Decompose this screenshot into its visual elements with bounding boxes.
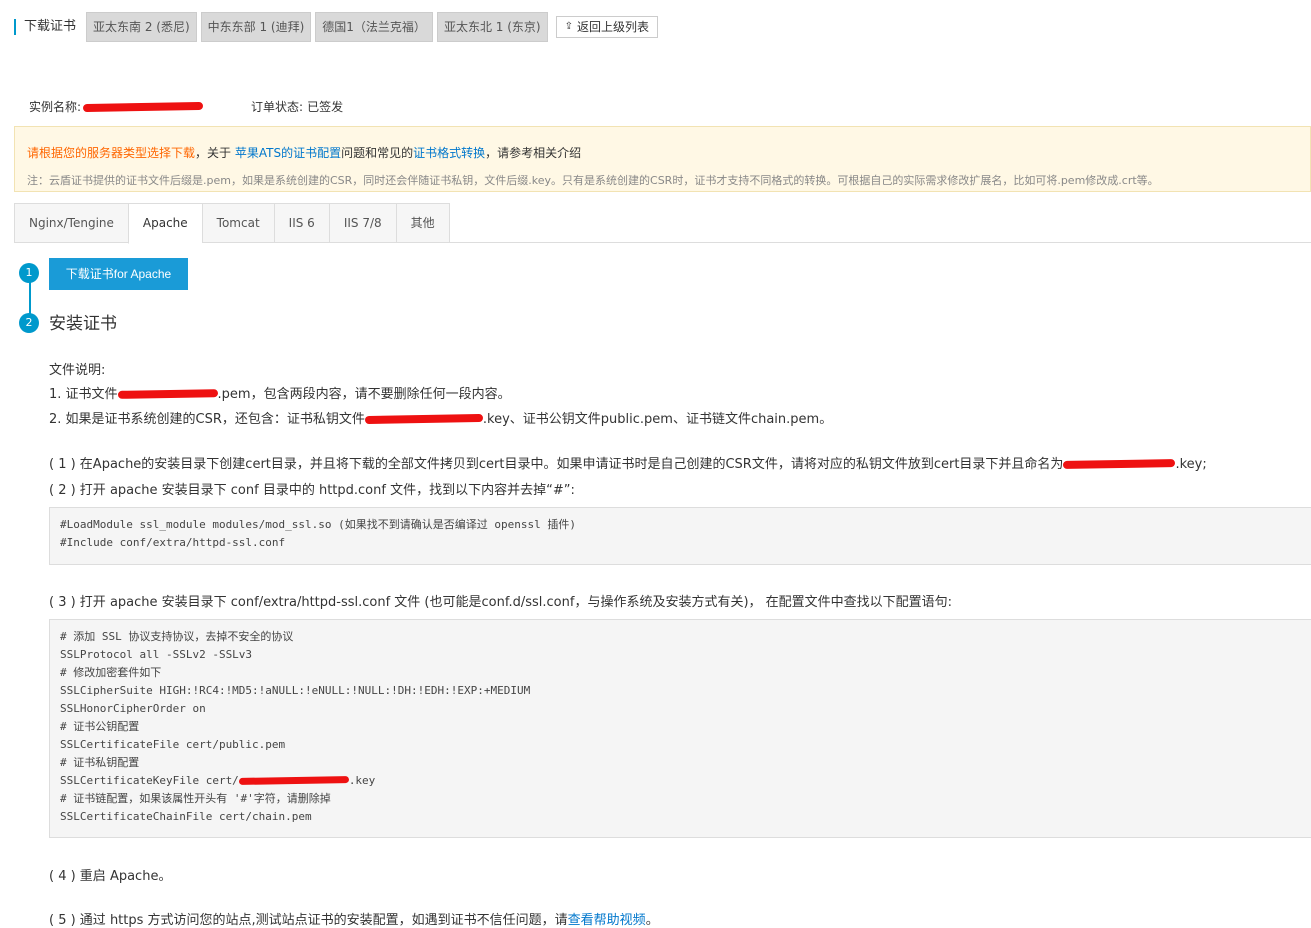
ats-config-link[interactable]: 苹果ATS的证书配置 (235, 146, 341, 160)
file-desc-heading: 文件说明: (49, 363, 106, 378)
file-item-2: 2. 如果是证书系统创建的CSR，还包含：证书私钥文件 .key、证书公钥文件pu… (49, 411, 832, 429)
notice-text-2: 问题和常见的 (341, 146, 414, 160)
code-line: #LoadModule ssl_module modules/mod_ssl.s… (60, 518, 576, 531)
file-item-1: 1. 证书文件 .pem，包含两段内容，请不要删除任何一段内容。 (49, 386, 511, 404)
server-type-tabs: Nginx/Tengine Apache Tomcat IIS 6 IIS 7/… (14, 203, 1311, 244)
notice-text-1: ，关于 (195, 146, 232, 160)
step-e-text: ( 5 ) 通过 https 方式访问您的站点,测试站点证书的安装配置，如遇到证… (49, 912, 659, 928)
code-line: # 证书私钥配置 (60, 756, 140, 769)
notice-warning: 请根据您的服务器类型选择下载 (27, 146, 196, 160)
tab-tomcat[interactable]: Tomcat (201, 203, 274, 243)
code-line: # 证书链配置，如果该属性开头有 '#'字符，请删除掉 (60, 792, 331, 805)
code-line: SSLCertificateFile cert/public.pem (60, 738, 286, 751)
notice-note: 注：云盾证书提供的证书文件后缀是.pem，如果是系统创建的CSR，同时还会伴随证… (27, 174, 1159, 187)
redacted-key-name (1063, 459, 1176, 469)
instance-name: 实例名称: (29, 98, 204, 115)
step-e-prefix: ( 5 ) 通过 https 方式访问您的站点,测试站点证书的安装配置，如遇到证… (49, 913, 568, 928)
back-to-list-button[interactable]: ⇪ 返回上级列表 (555, 16, 658, 38)
region-tab-frankfurt[interactable]: 德国1（法兰克福） (315, 12, 433, 42)
file-item-2-prefix: 2. 如果是证书系统创建的CSR，还包含：证书私钥文件 (49, 412, 365, 427)
key-file-suffix: .key (348, 774, 376, 787)
code-line: SSLProtocol all -SSLv2 -SSLv3 (60, 648, 253, 661)
step-e-suffix: 。 (645, 913, 659, 928)
instance-info: 实例名称: 订单状态: 已签发 (29, 98, 391, 115)
tab-iis6[interactable]: IIS 6 (273, 203, 329, 243)
code-line: SSLHonorCipherOrder on (60, 702, 206, 715)
notice-main: 请根据您的服务器类型选择下载，关于 苹果ATS的证书配置问题和常见的证书格式转换… (27, 144, 581, 161)
upload-arrow-icon: ⇪ (564, 21, 573, 32)
step-d-text: ( 4 ) 重启 Apache。 (49, 869, 172, 884)
code-line: # 证书公钥配置 (60, 720, 140, 733)
notice-banner: 请根据您的服务器类型选择下载，关于 苹果ATS的证书配置问题和常见的证书格式转换… (14, 126, 1311, 192)
file-item-1-prefix: 1. 证书文件 (49, 387, 118, 402)
step-connector (29, 281, 31, 315)
tab-iis78[interactable]: IIS 7/8 (328, 203, 396, 243)
redacted-key-filename (364, 413, 483, 425)
redacted-instance-name (82, 101, 204, 112)
region-tab-sydney[interactable]: 亚太东南 2 (悉尼) (86, 12, 197, 42)
instance-name-label: 实例名称: (29, 100, 82, 114)
file-item-1-suffix: .pem，包含两段内容，请不要删除任何一段内容。 (217, 387, 511, 402)
region-tab-tokyo[interactable]: 亚太东北 1 (东京) (436, 12, 548, 42)
order-status: 订单状态: 已签发 (251, 98, 343, 115)
key-file-prefix: SSLCertificateKeyFile cert/ (60, 774, 239, 787)
step-a-prefix: ( 1 ) 在Apache的安装目录下创建cert目录，并且将下载的全部文件拷贝… (49, 457, 1064, 472)
ssl-conf-code: # 添加 SSL 协议支持协议，去掉不安全的协议 SSLProtocol all… (49, 619, 1311, 838)
region-tab-dubai[interactable]: 中东东部 1 (迪拜) (200, 12, 312, 42)
code-line: # 修改加密套件如下 (60, 666, 162, 679)
tab-nginx[interactable]: Nginx/Tengine (14, 203, 128, 243)
page-title: 下载证书 (14, 19, 76, 35)
tab-apache[interactable]: Apache (127, 203, 202, 244)
redacted-filename (117, 389, 218, 399)
step-b-text: ( 2 ) 打开 apache 安装目录下 conf 目录中的 httpd.co… (49, 483, 575, 498)
download-apache-cert-button[interactable]: 下载证书for Apache (49, 258, 188, 290)
code-line-key: SSLCertificateKeyFile cert/ .key (60, 772, 1301, 790)
redacted-key-path (238, 776, 349, 785)
code-line: # 添加 SSL 协议支持协议，去掉不安全的协议 (60, 630, 294, 643)
help-video-link[interactable]: 查看帮助视频 (568, 913, 646, 928)
back-button-label: 返回上级列表 (576, 20, 649, 34)
httpd-conf-code: #LoadModule ssl_module modules/mod_ssl.s… (49, 507, 1311, 565)
install-cert-title: 安装证书 (49, 314, 117, 334)
order-status-value: 已签发 (307, 100, 344, 114)
tab-other[interactable]: 其他 (395, 203, 450, 243)
code-line: #Include conf/extra/httpd-ssl.conf (60, 536, 286, 549)
header-bar: 下载证书 亚太东南 2 (悉尼) 中东东部 1 (迪拜) 德国1（法兰克福） 亚… (14, 12, 658, 42)
step-a-text: ( 1 ) 在Apache的安装目录下创建cert目录，并且将下载的全部文件拷贝… (49, 456, 1207, 474)
code-line: SSLCipherSuite HIGH:!RC4:!MD5:!aNULL:!eN… (60, 684, 531, 697)
file-item-2-suffix: .key、证书公钥文件public.pem、证书链文件chain.pem。 (482, 412, 833, 427)
step-c-text: ( 3 ) 打开 apache 安装目录下 conf/extra/httpd-s… (49, 595, 953, 610)
step-a-suffix: .key; (1175, 457, 1207, 472)
step-2-badge: 2 (19, 313, 39, 333)
order-status-label: 订单状态: (251, 100, 304, 114)
code-line: SSLCertificateChainFile cert/chain.pem (60, 810, 312, 823)
step-1-badge: 1 (19, 263, 39, 283)
cert-format-link[interactable]: 证书格式转换 (413, 146, 485, 160)
notice-text-3: ，请参考相关介绍 (485, 146, 582, 160)
